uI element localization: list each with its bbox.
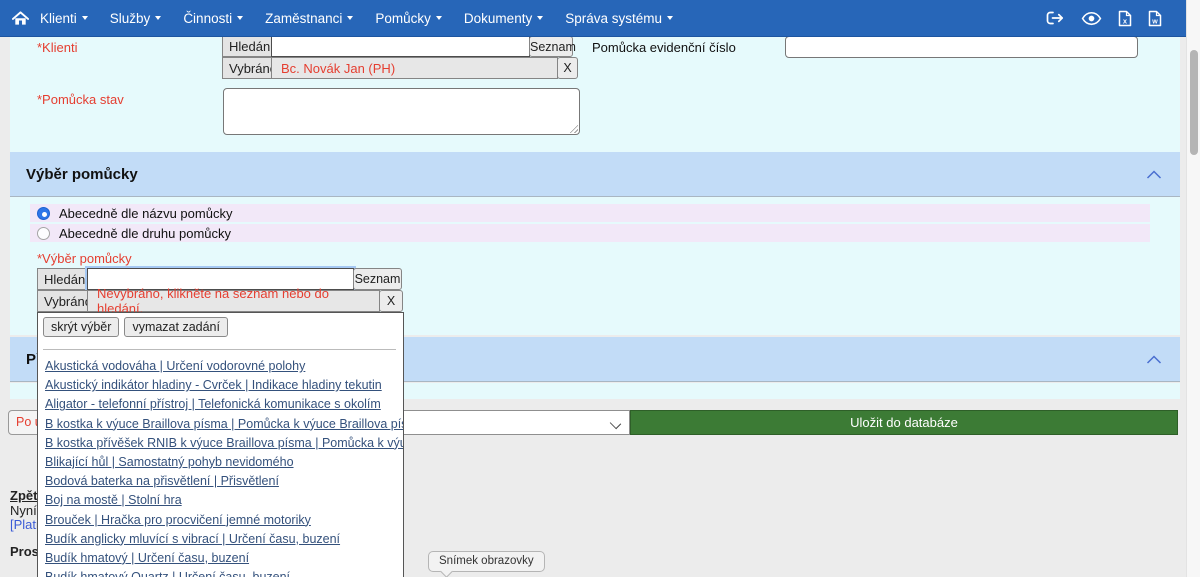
chevron-down-icon	[155, 16, 161, 20]
nav-label: Pomůcky	[375, 11, 431, 26]
nav-label: Služby	[110, 11, 151, 26]
section-title: Výběr pomůcky	[26, 166, 138, 183]
hide-selection-button[interactable]: skrýt výběr	[43, 317, 119, 337]
evidence-number-label: Pomůcka evidenční číslo	[592, 40, 736, 55]
vybrano-label: Vybráno:	[222, 57, 272, 79]
excel-file-icon[interactable]: x	[1118, 10, 1132, 27]
pomucka-list-item[interactable]: Budík anglicky mluvící s vibrací | Určen…	[45, 532, 398, 546]
nav-label: Dokumenty	[464, 11, 532, 26]
nav-sluzby[interactable]: Služby	[99, 0, 173, 37]
pomucka-list-item[interactable]: Budík hmatový Quartz | Určení času, buze…	[45, 570, 398, 577]
nav-cinnosti[interactable]: Činnosti	[172, 0, 254, 37]
pomucka-list-item[interactable]: Brouček | Hračka pro procvičení jemné mo…	[45, 513, 398, 527]
eye-icon[interactable]	[1081, 11, 1102, 26]
logout-icon[interactable]	[1045, 10, 1065, 26]
radio-sort-by-type[interactable]: Abecedně dle druhu pomůcky	[30, 224, 1150, 242]
klienti-clear-button[interactable]: X	[557, 57, 578, 79]
nav-label: Klienti	[40, 11, 77, 26]
pomucka-stav-textarea[interactable]	[223, 88, 580, 135]
pomucka-dropdown-panel: skrýt výběr vymazat zadání Akustická vod…	[37, 312, 404, 577]
chevron-up-icon[interactable]	[1146, 169, 1162, 180]
pomucka-list-item[interactable]: B kostka přívěšek RNIB k výuce Braillova…	[45, 436, 398, 450]
home-icon[interactable]	[12, 11, 29, 26]
main-navbar: Klienti Služby Činnosti Zaměstnanci Pomů…	[0, 0, 1186, 37]
radio-label: Abecedně dle názvu pomůcky	[59, 206, 232, 221]
radio-label: Abecedně dle druhu pomůcky	[59, 226, 231, 241]
dropdown-separator	[43, 349, 396, 350]
svg-text:x: x	[1123, 16, 1128, 25]
radio-unselected-icon[interactable]	[37, 227, 50, 240]
klienti-selected-row: Vybráno: Bc. Novák Jan (PH) X	[222, 57, 578, 79]
svg-text:w: w	[1151, 18, 1158, 25]
pomucka-selected-row: Vybráno: Nevybráno, klikněte na seznam n…	[37, 290, 403, 312]
evidence-number-input[interactable]	[785, 36, 1138, 58]
nav-klienti[interactable]: Klienti	[29, 0, 99, 37]
nav-label: Zaměstnanci	[265, 11, 342, 26]
chevron-down-icon	[537, 16, 543, 20]
vyber-pomucky-required-label: *Výběr pomůcky	[37, 251, 132, 266]
pomucka-clear-button[interactable]: X	[379, 290, 403, 312]
klienti-seznam-button[interactable]: Seznam	[529, 36, 573, 57]
chevron-down-icon	[610, 418, 621, 429]
pomucka-stav-wrap	[223, 88, 580, 135]
pomucka-list-item[interactable]: Budík hmatový | Určení času, buzení	[45, 551, 398, 565]
pomucka-list: Akustická vodováha | Určení vodorovné po…	[43, 359, 398, 577]
chevron-down-icon	[436, 16, 442, 20]
chevron-down-icon	[347, 16, 353, 20]
chevron-up-icon[interactable]	[1146, 354, 1162, 365]
nav-zamestnanci[interactable]: Zaměstnanci	[254, 0, 364, 37]
nav-dokumenty[interactable]: Dokumenty	[453, 0, 554, 37]
nav-label: Činnosti	[183, 11, 232, 26]
hledani-label: Hledání:	[37, 268, 88, 290]
vybrano-label: Vybráno:	[37, 290, 88, 312]
nav-label: Správa systému	[565, 11, 662, 26]
nav-sprava-systemu[interactable]: Správa systému	[554, 0, 684, 37]
clear-entry-button[interactable]: vymazat zadání	[124, 317, 228, 337]
app-window: Klienti Služby Činnosti Zaměstnanci Pomů…	[0, 0, 1200, 577]
chevron-down-icon	[237, 16, 243, 20]
pomucka-list-item[interactable]: Boj na mostě | Stolní hra	[45, 493, 398, 507]
scrollbar-thumb[interactable]	[1190, 50, 1198, 155]
radio-selected-icon[interactable]	[37, 207, 50, 220]
nav-pomucky[interactable]: Pomůcky	[364, 0, 453, 37]
klienti-search-input[interactable]	[271, 36, 530, 57]
pomucka-stav-label: *Pomůcka stav	[37, 92, 124, 107]
scrollbar-track[interactable]	[1186, 0, 1200, 577]
hledani-label: Hledání:	[222, 36, 272, 57]
pomucka-list-item[interactable]: Aligator - telefonní přístroj | Telefoni…	[45, 397, 398, 411]
klienti-required-label: *Klienti	[37, 40, 77, 55]
navbar-actions: x w	[1045, 10, 1162, 27]
vyber-pomucky-header[interactable]: Výběr pomůcky	[10, 152, 1180, 197]
pomucka-list-item[interactable]: Blikající hůl | Samostatný pohyb nevidom…	[45, 455, 398, 469]
pomucka-empty-value: Nevybráno, klikněte na seznam nebo do hl…	[87, 290, 380, 312]
screenshot-tooltip-button[interactable]: Snímek obrazovky	[428, 551, 545, 572]
word-file-icon[interactable]: w	[1148, 10, 1162, 27]
chevron-down-icon	[667, 16, 673, 20]
radio-sort-by-name[interactable]: Abecedně dle názvu pomůcky	[30, 204, 1150, 222]
pomucka-list-item[interactable]: Bodová baterka na přisvětlení | Přisvětl…	[45, 474, 398, 488]
dropdown-actions: skrýt výběr vymazat zadání	[43, 317, 398, 337]
pomucka-list-item[interactable]: Akustický indikátor hladiny - Cvrček | I…	[45, 378, 398, 392]
save-to-database-button[interactable]: Uložit do databáze	[630, 410, 1178, 435]
pomucka-list-item[interactable]: B kostka k výuce Braillova písma | Pomůc…	[45, 417, 398, 431]
chevron-down-icon	[82, 16, 88, 20]
klienti-search-row: Hledání: Seznam	[222, 36, 573, 57]
klienti-selected-value: Bc. Novák Jan (PH)	[271, 57, 558, 79]
pomucka-list-item[interactable]: Akustická vodováha | Určení vodorovné po…	[45, 359, 398, 373]
